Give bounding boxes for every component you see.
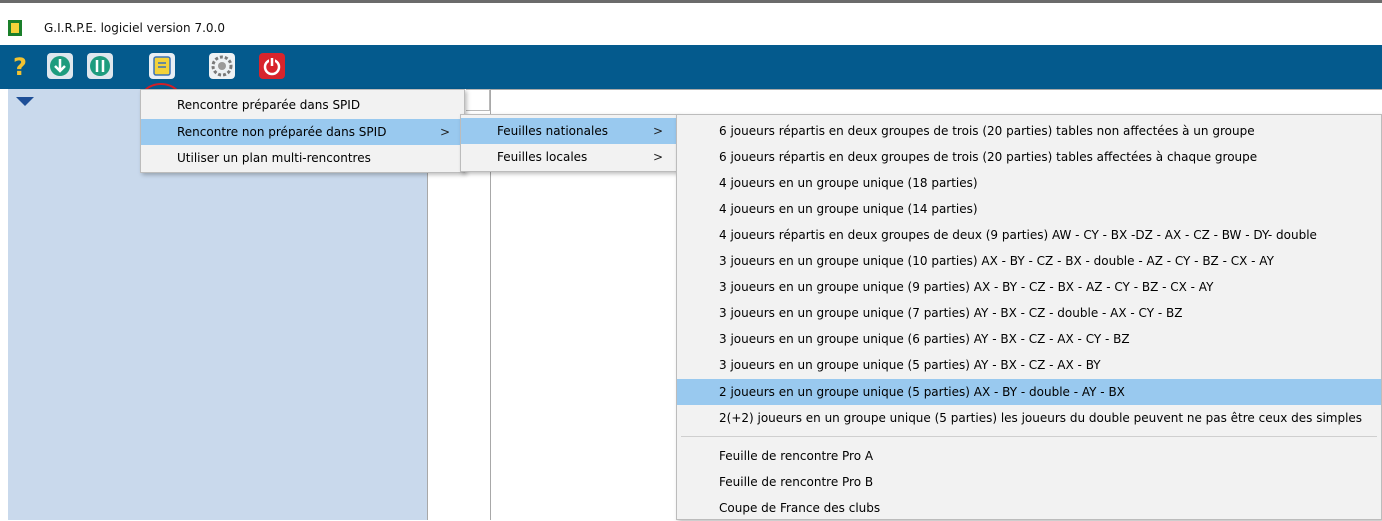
menu-item-label: Feuille de rencontre Pro B [719, 475, 874, 489]
submenu-feuilles-nationales: 6 joueurs répartis en deux groupes de tr… [676, 114, 1382, 520]
menu-item-sheet-10[interactable]: 3 joueurs en un groupe unique (5 parties… [677, 352, 1381, 378]
menu-item-pro-a[interactable]: Feuille de rencontre Pro A [677, 443, 1381, 469]
download-icon[interactable] [46, 52, 74, 80]
submenu-arrow-icon: > [652, 124, 663, 138]
menu-item-label: 4 joueurs en un groupe unique (18 partie… [719, 176, 978, 190]
menu-item-label: Feuilles nationales [497, 124, 608, 138]
menu-item-sheet-9[interactable]: 3 joueurs en un groupe unique (6 parties… [677, 326, 1381, 352]
menu-item-label: 4 joueurs en un groupe unique (14 partie… [719, 202, 978, 216]
submenu-arrow-icon: > [652, 150, 663, 164]
menu-item-label: Rencontre préparée dans SPID [177, 98, 361, 112]
menu-item-sheet-6[interactable]: 3 joueurs en un groupe unique (10 partie… [677, 248, 1381, 274]
menu-item-sheet-7[interactable]: 3 joueurs en un groupe unique (9 parties… [677, 274, 1381, 300]
menu-item-label: 3 joueurs en un groupe unique (6 parties… [719, 332, 1130, 346]
menu-item-label: 6 joueurs répartis en deux groupes de tr… [719, 150, 1258, 164]
help-icon[interactable]: ? [6, 52, 34, 80]
menu-item-sheet-2[interactable]: 6 joueurs répartis en deux groupes de tr… [677, 144, 1381, 170]
menu-item-rencontre-non-preparee[interactable]: Rencontre non préparée dans SPID > [141, 119, 464, 145]
menu-item-label: 3 joueurs en un groupe unique (10 partie… [719, 254, 1274, 268]
menu-item-feuilles-locales[interactable]: Feuilles locales > [461, 144, 677, 170]
sync-icon[interactable] [86, 52, 114, 80]
field-stub [466, 89, 490, 111]
menu-item-sheet-11[interactable]: 2 joueurs en un groupe unique (5 parties… [677, 379, 1381, 405]
title-bar: G.I.R.P.E. logiciel version 7.0.0 [0, 12, 1382, 45]
new-document-icon[interactable] [148, 52, 176, 80]
menu-item-sheet-4[interactable]: 4 joueurs en un groupe unique (14 partie… [677, 196, 1381, 222]
app-logo-icon [8, 20, 22, 36]
menu-item-label: Feuille de rencontre Pro A [719, 449, 874, 463]
menu-item-label: 2 joueurs en un groupe unique (5 parties… [719, 385, 1125, 399]
menu-item-label: 3 joueurs en un groupe unique (9 parties… [719, 280, 1214, 294]
toolbar: ? [0, 45, 1382, 133]
settings-icon[interactable] [208, 52, 236, 80]
menu-item-sheet-3[interactable]: 4 joueurs en un groupe unique (18 partie… [677, 170, 1381, 196]
menu-item-sheet-1[interactable]: 6 joueurs répartis en deux groupes de tr… [677, 118, 1381, 144]
menu-item-label: 3 joueurs en un groupe unique (5 parties… [719, 358, 1101, 372]
menu-item-sheet-8[interactable]: 3 joueurs en un groupe unique (7 parties… [677, 300, 1381, 326]
window-title: G.I.R.P.E. logiciel version 7.0.0 [44, 21, 225, 35]
power-icon[interactable] [258, 52, 286, 80]
menu-item-label: Feuilles locales [497, 150, 588, 164]
menu-item-label: Rencontre non préparée dans SPID [177, 125, 387, 139]
collapse-triangle-icon[interactable] [16, 97, 34, 106]
menu-item-sheet-12[interactable]: 2(+2) joueurs en un groupe unique (5 par… [677, 405, 1381, 431]
menu-item-feuilles-nationales[interactable]: Feuilles nationales > [461, 118, 677, 144]
menu-item-sheet-5[interactable]: 4 joueurs répartis en deux groupes de de… [677, 222, 1381, 248]
menu-item-pro-b[interactable]: Feuille de rencontre Pro B [677, 469, 1381, 495]
menu-item-label: 3 joueurs en un groupe unique (7 parties… [719, 306, 1183, 320]
context-menu-main: Rencontre préparée dans SPID Rencontre n… [140, 89, 465, 173]
menu-item-rencontre-preparee[interactable]: Rencontre préparée dans SPID [141, 92, 464, 118]
submenu-arrow-icon: > [439, 125, 450, 139]
menu-item-coupe-de-france[interactable]: Coupe de France des clubs [677, 495, 1381, 521]
menu-item-plan-multi-rencontres[interactable]: Utiliser un plan multi-rencontres [141, 145, 464, 171]
menu-item-label: Utiliser un plan multi-rencontres [177, 151, 371, 165]
menu-item-label: Coupe de France des clubs [719, 501, 881, 515]
window-top-border [0, 0, 1382, 12]
menu-item-label: 6 joueurs répartis en deux groupes de tr… [719, 124, 1255, 138]
menu-separator [681, 436, 1377, 437]
svg-text:?: ? [13, 53, 27, 80]
menu-item-label: 2(+2) joueurs en un groupe unique (5 par… [719, 411, 1363, 425]
submenu-feuilles: Feuilles nationales > Feuilles locales > [460, 114, 678, 172]
menu-item-label: 4 joueurs répartis en deux groupes de de… [719, 228, 1317, 242]
